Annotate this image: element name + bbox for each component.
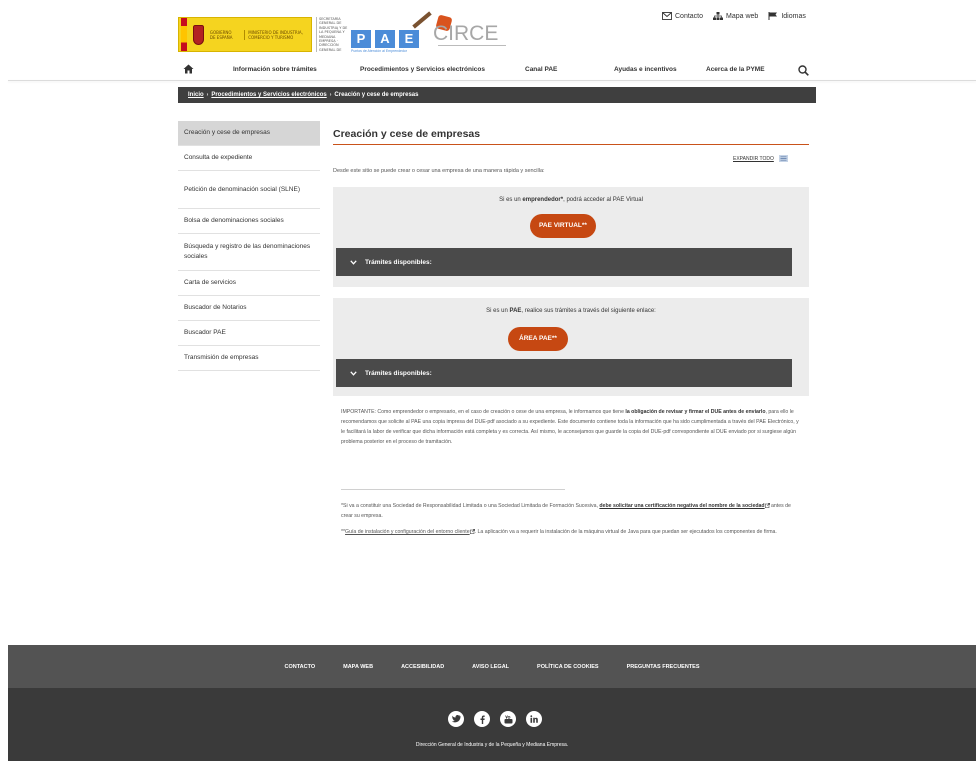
intro-text: Desde este sitio se puede crear o cesar … [333, 168, 545, 174]
contact-link[interactable]: Contacto [662, 12, 703, 20]
main-navigation: Información sobre trámites Procedimiento… [178, 62, 816, 80]
sidebar-item-busqueda-registro[interactable]: Búsqueda y registro de las denominacione… [178, 234, 320, 271]
nav-item-informacion-tramites[interactable]: Información sobre trámites [233, 66, 317, 73]
nav-divider [8, 80, 976, 81]
footer-organization: Dirección General de Industria y de la P… [415, 742, 569, 748]
languages-link-label: Idiomas [781, 12, 806, 20]
main-content: Creación y cese de empresas EXPANDIR TOD… [333, 121, 809, 535]
utility-links: Contacto Mapa web Idiomas [662, 12, 806, 20]
pen-icon [412, 11, 432, 29]
pae-tagline: Puntos de Atención al Emprendedor [351, 49, 408, 53]
footer-bottom: Dirección General de Industria y de la P… [8, 688, 976, 761]
note2-text-post: . La aplicación va a requerir la instala… [474, 529, 777, 535]
languages-link[interactable]: Idiomas [768, 12, 806, 20]
notes-divider [341, 489, 565, 490]
twitter-icon[interactable] [448, 711, 464, 727]
footer-link-aviso-legal[interactable]: AVISO LEGAL [472, 664, 509, 670]
footer-link-faq[interactable]: PREGUNTAS FRECUENTES [627, 664, 700, 670]
emprendedor-panel-text: Si es un emprendedor*, podrá acceder al … [333, 197, 809, 203]
nav-item-acerca-pyme[interactable]: Acerca de la PYME [706, 66, 765, 73]
facebook-icon[interactable] [474, 711, 490, 727]
tramites-disponibles-label: Trámites disponibles: [365, 258, 432, 266]
important-text-1: IMPORTANTE: Como emprendedor o empresari… [341, 409, 626, 415]
panel-text-bold: PAE [509, 308, 522, 314]
expand-list-icon [778, 155, 788, 162]
important-notice: IMPORTANTE: Como emprendedor o empresari… [341, 407, 803, 447]
tramites-disponibles-toggle-2[interactable]: Trámites disponibles: [336, 359, 792, 387]
pae-letter-p: P [351, 30, 371, 48]
sidebar-item-transmision-empresas[interactable]: Transmisión de empresas [178, 346, 320, 371]
home-icon[interactable] [183, 64, 194, 74]
footer-link-contacto[interactable]: CONTACTO [284, 664, 315, 670]
important-text-bold: la obligación de revisar y firmar el DUE… [625, 409, 766, 415]
footer-link-accesibilidad[interactable]: ACCESIBILIDAD [401, 664, 444, 670]
footer-link-mapa-web[interactable]: MAPA WEB [343, 664, 373, 670]
circe-logo-underline [438, 45, 506, 46]
coat-of-arms-icon [193, 24, 204, 45]
chevron-down-icon [350, 259, 357, 265]
breadcrumb-separator-icon: › [329, 92, 332, 98]
guia-instalacion-link[interactable]: Guía de instalación y configuración del … [345, 529, 470, 535]
note-guia-instalacion: **Guía de instalación y configuración de… [341, 527, 801, 537]
sidebar-item-peticion-denominacion[interactable]: Petición de denominación social (SLNE) [178, 171, 320, 209]
sidebar-item-creacion-cese[interactable]: Creación y cese de empresas [178, 121, 320, 146]
area-pae-button[interactable]: ÁREA PAE** [508, 327, 568, 351]
breadcrumb-procedimientos[interactable]: Procedimientos y Servicios electrónicos [211, 92, 326, 98]
pae-panel: Si es un PAE, realice sus trámites a tra… [333, 298, 809, 396]
envelope-icon [662, 12, 672, 20]
sidebar: Creación y cese de empresas Consulta de … [178, 121, 320, 371]
linkedin-icon[interactable] [526, 711, 542, 727]
tramites-disponibles-toggle-1[interactable]: Trámites disponibles: [336, 248, 792, 276]
circe-logo[interactable]: CIRCE [433, 22, 498, 46]
panel-text-post: , podrá acceder al PAE Virtual [563, 197, 643, 203]
panel-text-bold: emprendedor* [522, 197, 564, 203]
breadcrumb: Inicio › Procedimientos y Servicios elec… [178, 87, 816, 103]
nav-item-canal-pae[interactable]: Canal PAE [525, 66, 557, 73]
nav-item-ayudas[interactable]: Ayudas e incentivos [614, 66, 677, 73]
expand-all-link[interactable]: EXPANDIR TODO [733, 155, 788, 162]
sidebar-item-carta-servicios[interactable]: Carta de servicios [178, 271, 320, 296]
sitemap-link[interactable]: Mapa web [713, 12, 758, 20]
footer-links: CONTACTO MAPA WEB ACCESIBILIDAD AVISO LE… [8, 645, 976, 688]
flag-icon [768, 12, 778, 20]
pae-virtual-button[interactable]: PAE VIRTUAL** [530, 214, 596, 238]
pae-letter-e: E [399, 30, 419, 48]
breadcrumb-separator-icon: › [206, 92, 209, 98]
panel-text-post: , realice sus trámites a través del sigu… [521, 308, 656, 314]
panel-text-pre: Si es un [499, 197, 523, 203]
breadcrumb-current: Creación y cese de empresas [334, 92, 419, 98]
page-title: Creación y cese de empresas [333, 121, 809, 145]
spain-flag-icon [181, 18, 188, 51]
chevron-down-icon [350, 370, 357, 376]
nav-item-procedimientos[interactable]: Procedimientos y Servicios electrónicos [360, 66, 485, 73]
sitemap-icon [713, 12, 724, 20]
certificacion-negativa-link[interactable]: debe solicitar una certificación negativ… [599, 503, 764, 509]
note1-text-pre: *Si va a constituir una Sociedad de Resp… [341, 503, 600, 509]
secretaria-logo-text: SECRETARÍA GENERAL DE INDUSTRIA Y DE LA … [316, 17, 350, 52]
gov-logo-text: GOBIERNO DE ESPAÑA [209, 29, 233, 40]
sidebar-item-consulta-expediente[interactable]: Consulta de expediente [178, 146, 320, 171]
sidebar-item-buscador-pae[interactable]: Buscador PAE [178, 321, 320, 346]
contact-link-label: Contacto [675, 12, 704, 20]
footer-link-cookies[interactable]: POLÍTICA DE COOKIES [537, 664, 599, 670]
sidebar-item-bolsa-denominaciones[interactable]: Bolsa de denominaciones sociales [178, 209, 320, 234]
youtube-icon[interactable] [500, 711, 516, 727]
emprendedor-panel: Si es un emprendedor*, podrá acceder al … [333, 187, 809, 287]
note-certificacion: *Si va a constituir una Sociedad de Resp… [341, 501, 801, 521]
tramites-disponibles-label: Trámites disponibles: [365, 369, 432, 377]
gobierno-espana-logo[interactable]: GOBIERNO DE ESPAÑA MINISTERIO DE INDUSTR… [178, 17, 312, 52]
pae-letter-a: A [375, 30, 395, 48]
site-header: GOBIERNO DE ESPAÑA MINISTERIO DE INDUSTR… [0, 0, 976, 60]
sidebar-item-buscador-notarios[interactable]: Buscador de Notarios [178, 296, 320, 321]
panel-text-pre: Si es un [486, 308, 510, 314]
expand-all-label: EXPANDIR TODO [733, 155, 774, 162]
search-icon[interactable] [798, 65, 809, 76]
sitemap-link-label: Mapa web [726, 12, 759, 20]
ministry-logo-text: MINISTERIO DE INDUSTRIA, COMERCIO Y TURI… [244, 29, 311, 40]
social-links [448, 711, 542, 727]
breadcrumb-inicio[interactable]: Inicio [188, 92, 204, 98]
pae-panel-text: Si es un PAE, realice sus trámites a tra… [333, 308, 809, 314]
